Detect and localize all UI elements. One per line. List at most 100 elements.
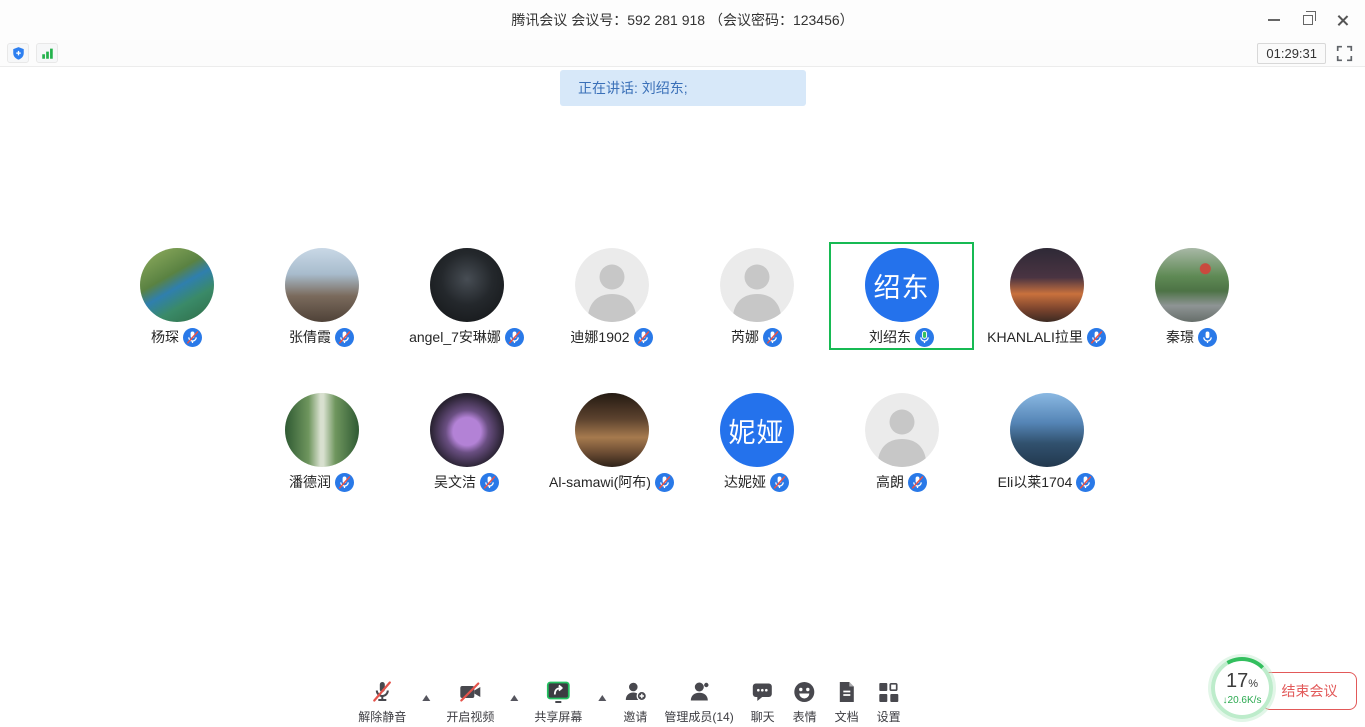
mic-muted-icon — [369, 678, 395, 705]
mic-muted-icon — [634, 328, 653, 347]
network-signal-icon — [40, 46, 55, 61]
participant-name: 潘德润 — [289, 472, 331, 492]
gauge-readout: 17% ↓20.6K/s — [1215, 661, 1269, 715]
minimize-icon — [1268, 19, 1280, 21]
mic-muted-icon — [1076, 473, 1095, 492]
settings-icon — [876, 678, 902, 705]
participant-name: angel_7安琳娜 — [409, 327, 501, 347]
mic-muted-icon — [908, 473, 927, 492]
mic-muted-icon — [335, 328, 354, 347]
avatar — [1155, 248, 1229, 322]
status-bar: 01:29:31 — [0, 40, 1365, 67]
participant-name: 芮娜 — [731, 327, 759, 347]
invite-label: 邀请 — [623, 708, 647, 725]
emoji-icon — [792, 678, 818, 705]
participant-cell[interactable]: Al-samawi(阿布) — [539, 387, 684, 495]
avatar — [430, 393, 504, 467]
participant-cell[interactable]: 芮娜 — [684, 242, 829, 350]
participant-cell[interactable]: 张倩霞 — [249, 242, 394, 350]
active-speaker-text: 正在讲话: 刘绍东; — [578, 78, 688, 98]
unmute-label: 解除静音 — [358, 708, 406, 725]
close-button[interactable] — [1325, 5, 1359, 35]
emoji-button[interactable]: 表情 — [792, 678, 818, 725]
window-controls — [1257, 0, 1359, 40]
avatar: 绍东 — [865, 248, 939, 322]
avatar — [430, 248, 504, 322]
restore-button[interactable] — [1291, 5, 1325, 35]
participant-name: 杨琛 — [151, 327, 179, 347]
security-shield-button[interactable] — [7, 43, 29, 63]
invite-icon — [622, 678, 648, 705]
participant-cell[interactable]: 高朗 — [829, 387, 974, 495]
docs-label: 文档 — [835, 708, 859, 725]
participant-cell[interactable]: 妮娅达妮娅 — [684, 387, 829, 495]
mic-on-icon — [1198, 328, 1217, 347]
participant-cell[interactable]: 迪娜1902 — [539, 242, 684, 350]
participant-name: 高朗 — [876, 472, 904, 492]
participant-name: 刘绍东 — [869, 327, 911, 347]
participant-name: 迪娜1902 — [570, 327, 629, 347]
share-screen-button[interactable]: 共享屏幕 — [534, 678, 582, 725]
default-avatar — [720, 248, 794, 322]
participant-cell[interactable]: 杨琛 — [104, 242, 249, 350]
restore-icon — [1303, 15, 1313, 25]
meeting-timer: 01:29:31 — [1257, 43, 1326, 64]
manage-members-button[interactable]: 管理成员(14) — [664, 678, 733, 725]
shield-icon — [11, 46, 26, 61]
avatar — [285, 393, 359, 467]
end-meeting-button[interactable]: 结束会议 — [1262, 672, 1357, 710]
share-screen-icon — [544, 678, 572, 705]
mic-muted-icon — [1087, 328, 1106, 347]
mic-muted-icon — [655, 473, 674, 492]
network-speed: 20.6K/s — [1228, 695, 1262, 706]
participant-cell[interactable]: Eli以莱1704 — [974, 387, 1119, 495]
avatar: 妮娅 — [720, 393, 794, 467]
start-video-options-caret[interactable] — [510, 695, 518, 701]
performance-gauge[interactable]: 17% ↓20.6K/s — [1211, 657, 1273, 719]
participant-cell[interactable]: KHANLALI拉里 — [974, 242, 1119, 350]
active-speaker-banner: 正在讲话: 刘绍东; — [560, 70, 806, 106]
mic-speaking-icon — [915, 328, 934, 347]
unmute-button[interactable]: 解除静音 — [358, 678, 406, 725]
members-icon — [686, 678, 712, 705]
share-screen-options-caret[interactable] — [598, 695, 606, 701]
camera-muted-icon — [457, 678, 483, 705]
docs-button[interactable]: 文档 — [834, 678, 860, 725]
avatar — [575, 393, 649, 467]
window-title: 腾讯会议 会议号：592 281 918 （会议密码：123456） — [511, 10, 853, 30]
participant-cell[interactable]: 秦璟 — [1119, 242, 1264, 350]
cpu-percent: 17 — [1226, 670, 1248, 692]
participant-cell[interactable]: 潘德润 — [249, 387, 394, 495]
unmute-options-caret[interactable] — [422, 695, 430, 701]
settings-button[interactable]: 设置 — [876, 678, 902, 725]
invite-button[interactable]: 邀请 — [622, 678, 648, 725]
participant-cell[interactable]: 绍东刘绍东 — [829, 242, 974, 350]
settings-label: 设置 — [877, 708, 901, 725]
percent-sign: % — [1248, 678, 1258, 690]
participant-name: Al-samawi(阿布) — [549, 472, 651, 492]
mic-muted-icon — [763, 328, 782, 347]
mic-muted-icon — [183, 328, 202, 347]
emoji-label: 表情 — [793, 708, 817, 725]
chat-icon — [750, 678, 776, 705]
default-avatar — [865, 393, 939, 467]
title-bar: 腾讯会议 会议号：592 281 918 （会议密码：123456） — [0, 0, 1365, 40]
share-screen-label: 共享屏幕 — [534, 708, 582, 725]
participant-name: KHANLALI拉里 — [987, 327, 1083, 347]
network-quality-button[interactable] — [36, 43, 58, 63]
minimize-button[interactable] — [1257, 5, 1291, 35]
bottom-toolbar: 解除静音 开启视频 共享屏幕 邀请 管理成员(14) 聊天 表情 文档 设置 — [358, 678, 901, 725]
participant-cell[interactable]: 吴文洁 — [394, 387, 539, 495]
manage-members-label: 管理成员(14) — [664, 708, 733, 725]
participant-name: 达妮娅 — [724, 472, 766, 492]
fullscreen-icon[interactable] — [1336, 45, 1353, 62]
close-icon — [1336, 14, 1349, 27]
participant-cell[interactable]: angel_7安琳娜 — [394, 242, 539, 350]
chat-label: 聊天 — [751, 708, 775, 725]
default-avatar — [575, 248, 649, 322]
start-video-button[interactable]: 开启视频 — [446, 678, 494, 725]
mic-muted-icon — [480, 473, 499, 492]
chat-button[interactable]: 聊天 — [750, 678, 776, 725]
doc-icon — [834, 678, 860, 705]
participant-name: Eli以莱1704 — [998, 472, 1073, 492]
